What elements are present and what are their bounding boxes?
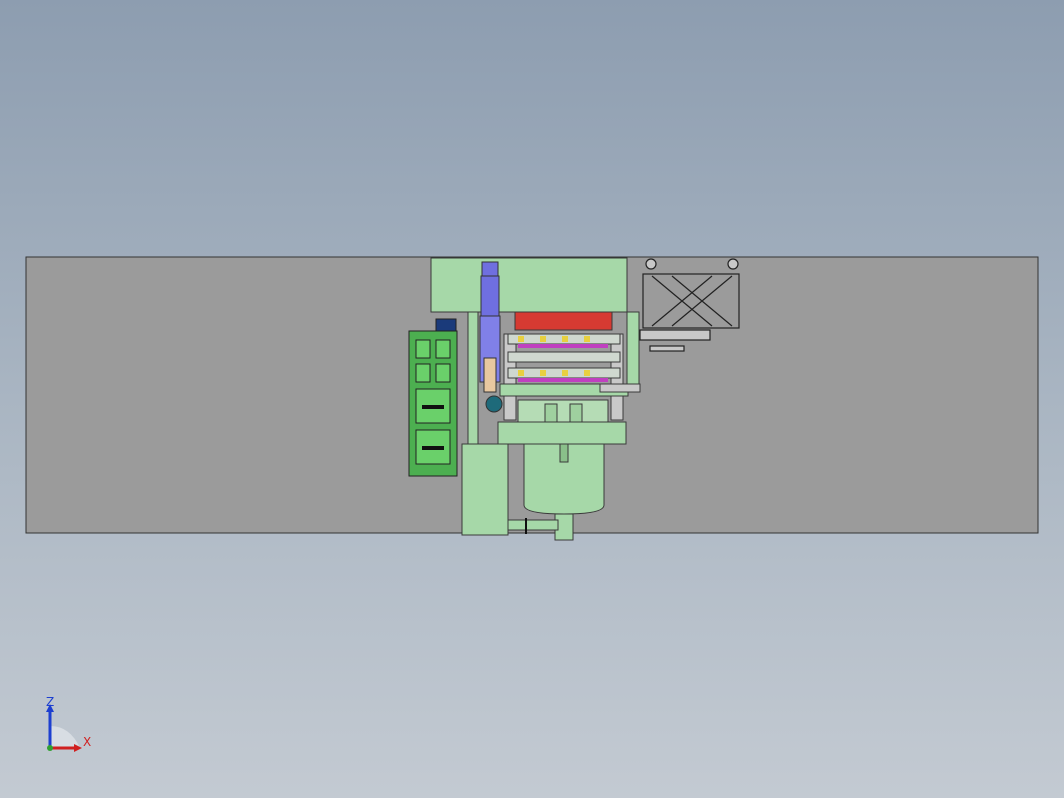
control-cabinet[interactable]	[408, 318, 458, 477]
press-top-frame	[430, 257, 628, 313]
press-base-beam	[497, 421, 627, 445]
orientation-triad: Z X	[46, 696, 91, 752]
gauge-3	[415, 363, 431, 383]
hydraulic-pipe	[467, 311, 479, 445]
x-axis-label: X	[83, 735, 91, 749]
gauge-1	[415, 339, 431, 359]
z-axis-label: Z	[46, 696, 54, 709]
gauge-4	[435, 363, 451, 383]
heating-plate-2	[507, 351, 621, 363]
upper-platen	[514, 311, 613, 331]
hydraulic-power-unit	[461, 443, 509, 536]
cad-viewport[interactable]	[0, 0, 1064, 798]
gauge-2	[435, 339, 451, 359]
